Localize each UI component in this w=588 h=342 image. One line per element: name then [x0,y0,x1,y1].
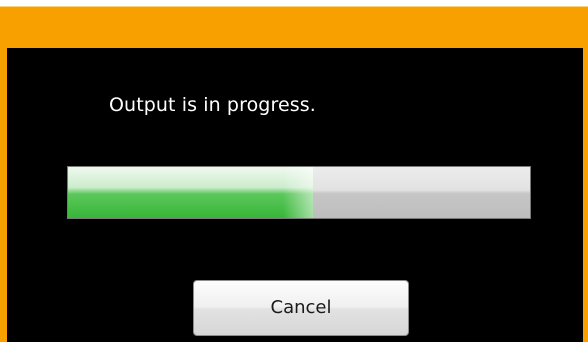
status-message: Output is in progress. [109,94,316,116]
progress-dialog: Output is in progress. Cancel [0,0,588,342]
progress-bar [67,166,531,219]
cancel-button[interactable]: Cancel [193,280,409,336]
title-bar[interactable] [0,0,588,48]
progress-bar-fill [68,167,313,218]
